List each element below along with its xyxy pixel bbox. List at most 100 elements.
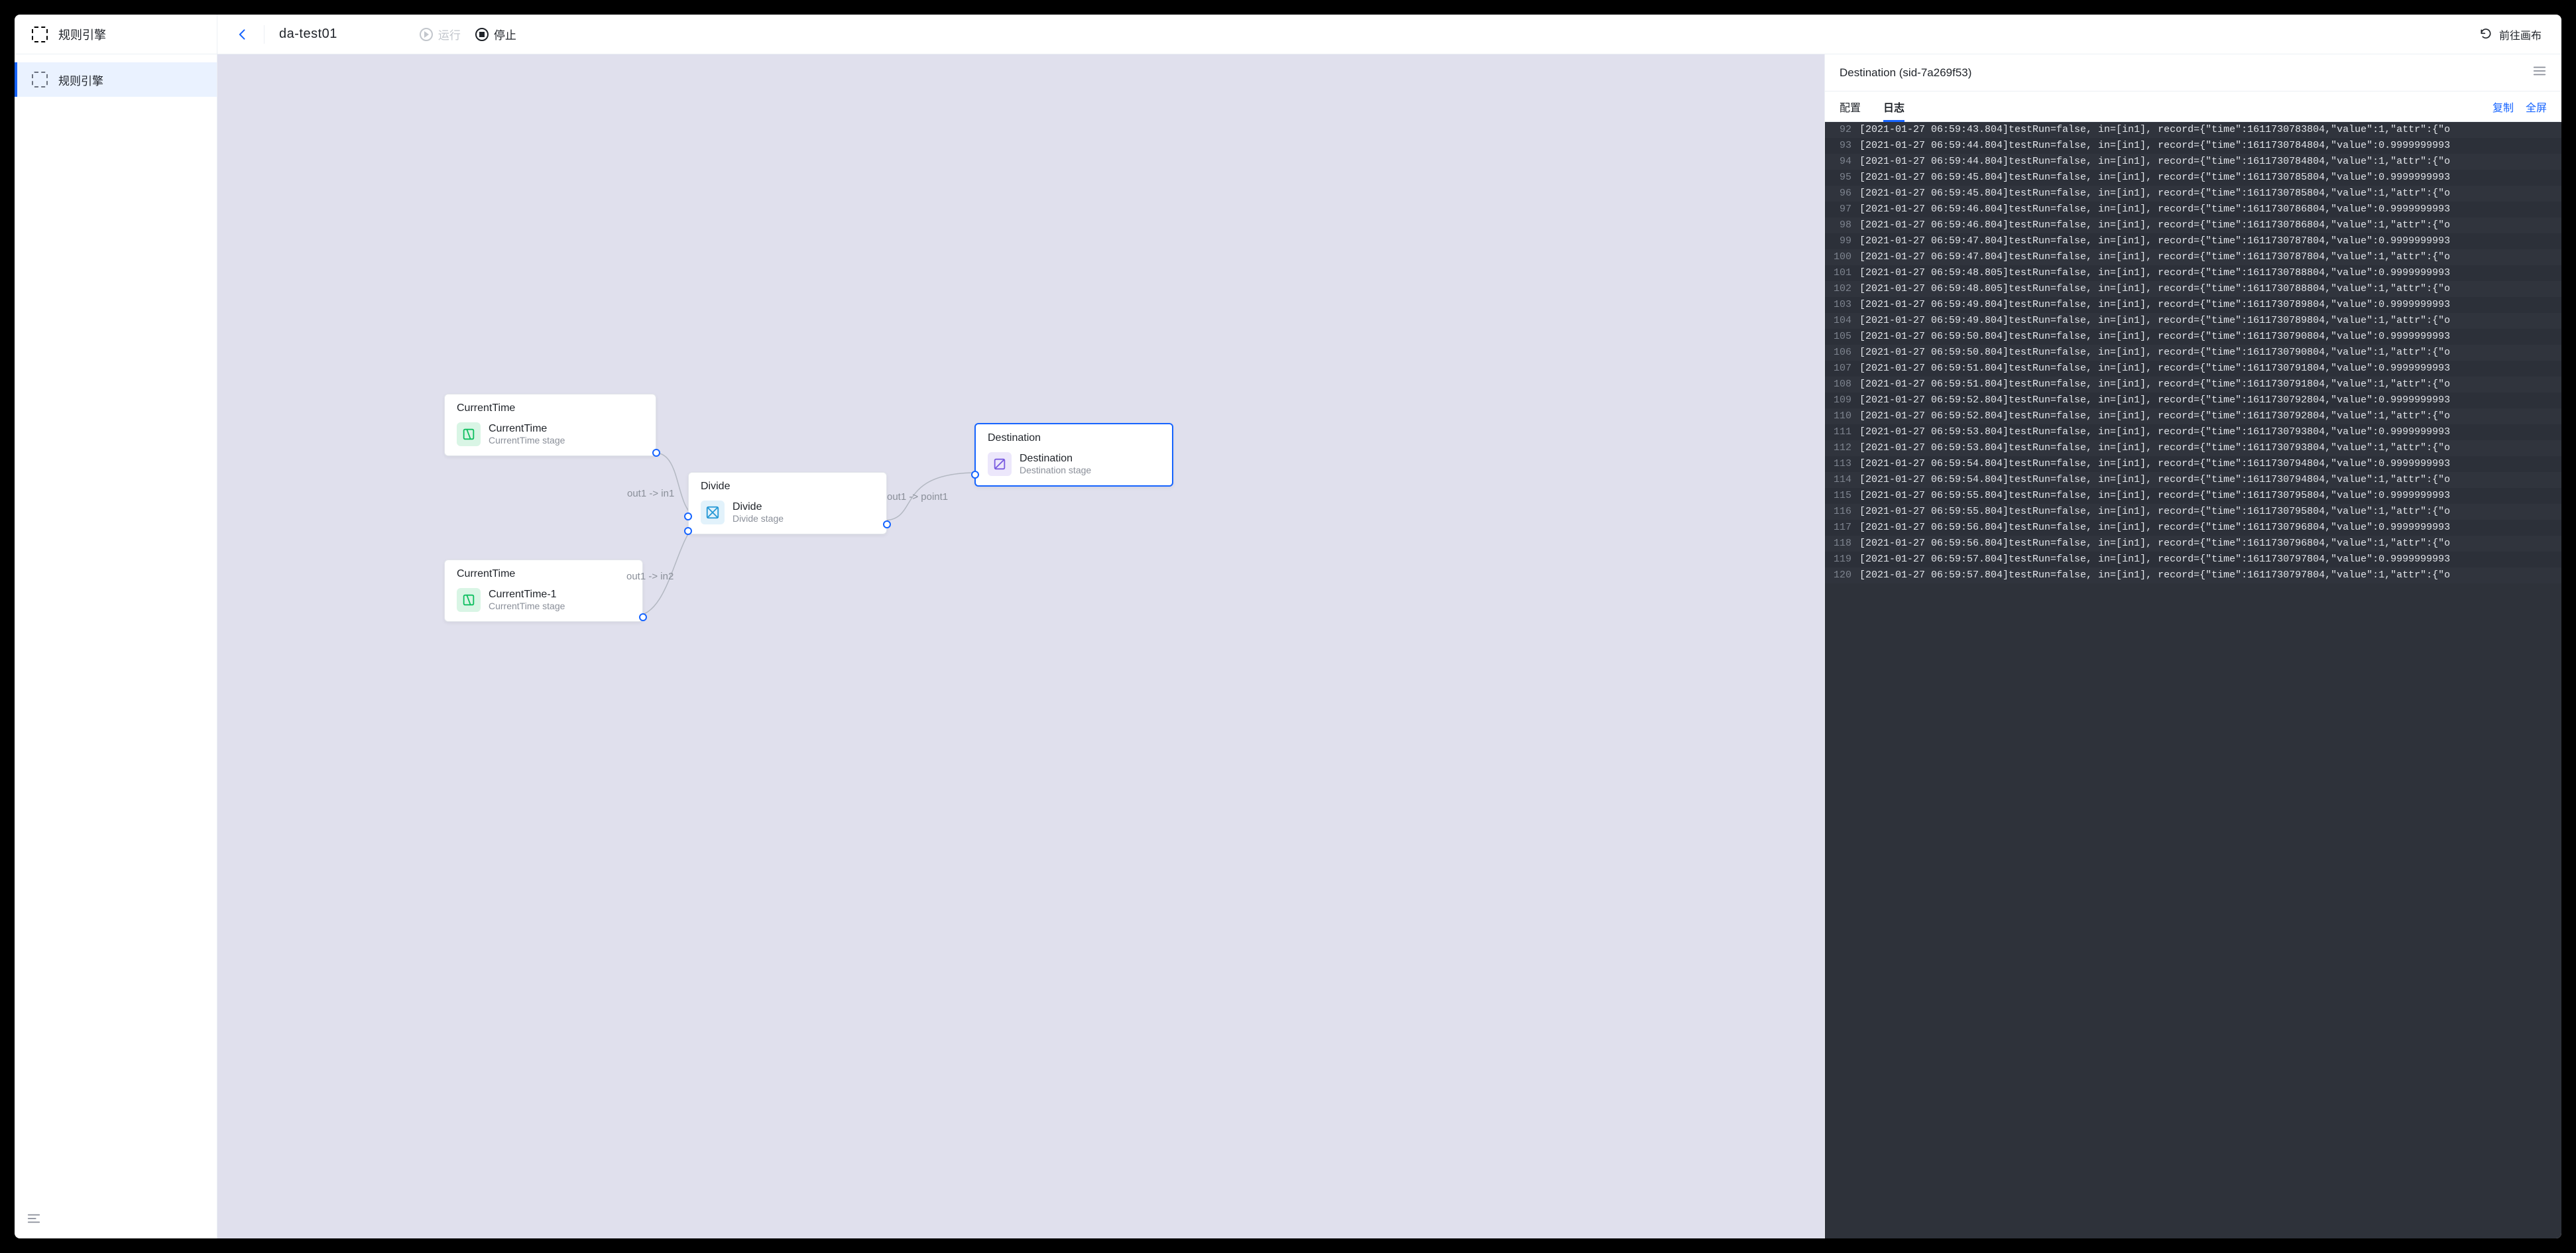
node-sub: CurrentTime stage — [489, 601, 565, 611]
out-port[interactable] — [883, 520, 891, 528]
node-sub: Destination stage — [1020, 465, 1091, 475]
goto-canvas-button[interactable]: 前往画布 — [2459, 15, 2561, 54]
log-line-number: 119 — [1825, 552, 1859, 567]
node-name: CurrentTime — [489, 423, 565, 435]
log-line: 92[2021-01-27 06:59:43.804]testRun=false… — [1825, 122, 2561, 138]
log-line-text: [2021-01-27 06:59:54.804]testRun=false, … — [1859, 456, 2561, 472]
log-line: 102[2021-01-27 06:59:48.805]testRun=fals… — [1825, 281, 2561, 297]
log-line: 114[2021-01-27 06:59:54.804]testRun=fals… — [1825, 472, 2561, 488]
rule-engine-icon — [32, 72, 48, 88]
log-line: 107[2021-01-27 06:59:51.804]testRun=fals… — [1825, 361, 2561, 377]
node-name: CurrentTime-1 — [489, 589, 565, 601]
log-line-text: [2021-01-27 06:59:45.804]testRun=false, … — [1859, 186, 2561, 202]
log-line-number: 98 — [1825, 217, 1859, 233]
sidebar-item-label: 规则引擎 — [58, 72, 103, 88]
inspector-header: Destination (sid-7a269f53) — [1825, 54, 2561, 91]
log-line-text: [2021-01-27 06:59:44.804]testRun=false, … — [1859, 154, 2561, 170]
log-line-number: 114 — [1825, 472, 1859, 488]
time-icon — [457, 588, 481, 612]
log-line-text: [2021-01-27 06:59:44.804]testRun=false, … — [1859, 138, 2561, 154]
node-destination[interactable]: Destination Destination Destination stag… — [974, 423, 1173, 487]
menu-icon — [2532, 64, 2547, 78]
log-line: 110[2021-01-27 06:59:52.804]testRun=fals… — [1825, 408, 2561, 424]
canvas[interactable]: CurrentTime CurrentTime CurrentTime stag… — [217, 54, 1824, 1238]
log-line-number: 100 — [1825, 249, 1859, 265]
log-line-number: 107 — [1825, 361, 1859, 377]
log-line-text: [2021-01-27 06:59:53.804]testRun=false, … — [1859, 424, 2561, 440]
log-line-text: [2021-01-27 06:59:45.804]testRun=false, … — [1859, 170, 2561, 186]
node-title: CurrentTime — [445, 560, 642, 584]
stop-button[interactable]: 停止 — [475, 26, 516, 42]
log-line-text: [2021-01-27 06:59:48.805]testRun=false, … — [1859, 265, 2561, 281]
edge-label: out1 -> in2 — [626, 571, 673, 582]
log-line-text: [2021-01-27 06:59:49.804]testRun=false, … — [1859, 313, 2561, 329]
log-line: 117[2021-01-27 06:59:56.804]testRun=fals… — [1825, 520, 2561, 536]
log-line-number: 99 — [1825, 233, 1859, 249]
in-port[interactable] — [971, 471, 979, 479]
log-line: 97[2021-01-27 06:59:46.804]testRun=false… — [1825, 202, 2561, 217]
log-line-text: [2021-01-27 06:59:57.804]testRun=false, … — [1859, 567, 2561, 583]
log-line: 105[2021-01-27 06:59:50.804]testRun=fals… — [1825, 329, 2561, 345]
tab-log[interactable]: 日志 — [1883, 91, 1904, 121]
stop-label: 停止 — [494, 26, 516, 42]
log-view[interactable]: 92[2021-01-27 06:59:43.804]testRun=false… — [1825, 122, 2561, 1238]
node-currenttime-1[interactable]: CurrentTime CurrentTime-1 CurrentTime st… — [444, 560, 643, 622]
copy-button[interactable]: 复制 — [2492, 99, 2514, 115]
log-line-text: [2021-01-27 06:59:52.804]testRun=false, … — [1859, 392, 2561, 408]
log-line-text: [2021-01-27 06:59:48.805]testRun=false, … — [1859, 281, 2561, 297]
log-line: 94[2021-01-27 06:59:44.804]testRun=false… — [1825, 154, 2561, 170]
node-currenttime[interactable]: CurrentTime CurrentTime CurrentTime stag… — [444, 394, 656, 456]
run-button[interactable]: 运行 — [420, 26, 461, 42]
log-line: 113[2021-01-27 06:59:54.804]testRun=fals… — [1825, 456, 2561, 472]
in-port-1[interactable] — [684, 512, 692, 520]
out-port[interactable] — [652, 449, 660, 457]
log-line: 96[2021-01-27 06:59:45.804]testRun=false… — [1825, 186, 2561, 202]
sidebar-item-rule-engine[interactable]: 规则引擎 — [15, 62, 217, 97]
inspector-menu-button[interactable] — [2532, 64, 2547, 82]
log-line-number: 110 — [1825, 408, 1859, 424]
node-divide[interactable]: Divide Divide Divide stage — [688, 472, 887, 534]
log-line: 109[2021-01-27 06:59:52.804]testRun=fals… — [1825, 392, 2561, 408]
log-line: 98[2021-01-27 06:59:46.804]testRun=false… — [1825, 217, 2561, 233]
topbar-brand: 规则引擎 — [15, 15, 217, 54]
log-line-number: 109 — [1825, 392, 1859, 408]
out-port[interactable] — [639, 613, 647, 621]
log-line-text: [2021-01-27 06:59:51.804]testRun=false, … — [1859, 361, 2561, 377]
edges-layer — [217, 54, 1824, 1238]
log-line-number: 116 — [1825, 504, 1859, 520]
log-line: 106[2021-01-27 06:59:50.804]testRun=fals… — [1825, 345, 2561, 361]
log-line: 95[2021-01-27 06:59:45.804]testRun=false… — [1825, 170, 2561, 186]
sidebar: 规则引擎 — [15, 54, 217, 1238]
log-line-text: [2021-01-27 06:59:55.804]testRun=false, … — [1859, 504, 2561, 520]
topbar-mid: da-test01 运行 停止 — [217, 15, 2459, 54]
tab-config[interactable]: 配置 — [1840, 91, 1861, 121]
divide-icon — [701, 501, 725, 524]
sidebar-collapse-button[interactable] — [27, 1211, 41, 1229]
run-label: 运行 — [438, 26, 461, 42]
in-port-2[interactable] — [684, 527, 692, 535]
log-line-text: [2021-01-27 06:59:47.804]testRun=false, … — [1859, 233, 2561, 249]
log-line-number: 101 — [1825, 265, 1859, 281]
play-icon — [420, 28, 433, 41]
log-line: 103[2021-01-27 06:59:49.804]testRun=fals… — [1825, 297, 2561, 313]
arrow-left-icon — [236, 28, 249, 41]
log-line-number: 94 — [1825, 154, 1859, 170]
node-title: CurrentTime — [445, 394, 656, 418]
destination-icon — [988, 452, 1012, 476]
stop-icon — [475, 28, 489, 41]
node-sub: CurrentTime stage — [489, 435, 565, 446]
fullscreen-button[interactable]: 全屏 — [2526, 99, 2547, 115]
log-line-text: [2021-01-27 06:59:53.804]testRun=false, … — [1859, 440, 2561, 456]
log-line-number: 120 — [1825, 567, 1859, 583]
log-line-number: 115 — [1825, 488, 1859, 504]
log-line-number: 117 — [1825, 520, 1859, 536]
log-line-number: 104 — [1825, 313, 1859, 329]
back-button[interactable] — [236, 28, 249, 41]
log-line: 100[2021-01-27 06:59:47.804]testRun=fals… — [1825, 249, 2561, 265]
log-line-number: 113 — [1825, 456, 1859, 472]
app-window: 规则引擎 da-test01 运行 停止 前往画布 — [15, 15, 2561, 1238]
page-name: da-test01 — [279, 27, 337, 42]
log-line-text: [2021-01-27 06:59:47.804]testRun=false, … — [1859, 249, 2561, 265]
log-line-text: [2021-01-27 06:59:50.804]testRun=false, … — [1859, 329, 2561, 345]
edge-label: out1 -> point1 — [887, 491, 948, 503]
